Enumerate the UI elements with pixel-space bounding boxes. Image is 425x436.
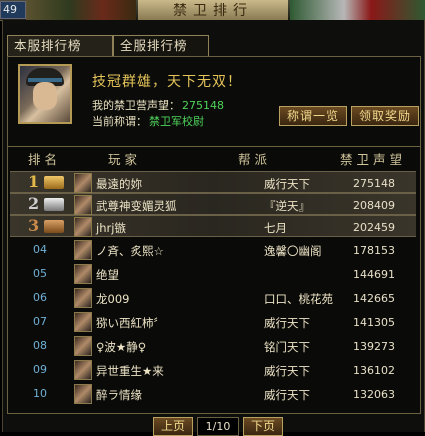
prestige-score: 208409 <box>353 199 395 212</box>
table-row[interactable]: 2 武尊神变媚灵狐 『逆天』 208409 <box>10 193 416 215</box>
header-player: 玩家 <box>108 152 142 167</box>
player-portrait-icon <box>74 217 92 237</box>
player-name[interactable]: ノ斉、炙熙☆ <box>96 243 164 259</box>
claim-reward-button[interactable]: 领取奖励 <box>351 106 419 126</box>
ranking-table: 排名 玩家 帮派 禁卫声望 1 最遠的妳 威行天下 275148 2 武尊神变媚… <box>7 146 421 414</box>
bronze-crown-icon <box>44 220 64 233</box>
player-name[interactable]: 醉ラ情缘 <box>96 387 142 403</box>
table-row[interactable]: 06 龙009 口口、桃花苑 142665 <box>10 287 416 309</box>
silver-crown-icon <box>44 198 64 211</box>
prestige-score: 144691 <box>353 268 395 281</box>
guild-name: 口口、桃花苑 <box>264 292 333 306</box>
header-rank: 排名 <box>28 152 62 167</box>
player-portrait-icon <box>74 264 92 284</box>
prev-page-button[interactable]: 上页 <box>153 417 193 436</box>
prestige-score: 142665 <box>353 292 395 305</box>
title-label: 当前称谓： <box>92 115 147 128</box>
guild-name: 七月 <box>264 221 287 235</box>
table-header: 排名 玩家 帮派 禁卫声望 <box>8 147 420 169</box>
player-portrait-icon <box>74 240 92 260</box>
ranking-panel: 本服排行榜 全服排行榜 技冠群雄，天下无双！ 我的禁卫营声望： 275148 当前… <box>2 20 425 436</box>
player-name[interactable]: jhrj镞 <box>96 220 126 236</box>
player-portrait-icon <box>74 336 92 356</box>
table-row[interactable]: 08 ♀波★静♀ 铭门天下 139273 <box>10 335 416 357</box>
rank-number: 08 <box>33 339 47 352</box>
table-row[interactable]: 04 ノ斉、炙熙☆ 逸馨〇幽阁 178153 <box>10 239 416 261</box>
gold-crown-icon <box>44 176 64 189</box>
top-decoration-left <box>26 0 136 20</box>
guild-name: 威行天下 <box>264 177 310 191</box>
titles-list-button[interactable]: 称谓一览 <box>279 106 347 126</box>
table-row[interactable]: 1 最遠的妳 威行天下 275148 <box>10 171 416 193</box>
table-row[interactable]: 07 猕い西紅柿〞 威行天下 141305 <box>10 311 416 333</box>
tab-all-server-ranking[interactable]: 全服排行榜 <box>113 35 209 56</box>
rank-number: 06 <box>33 291 47 304</box>
guild-name: 威行天下 <box>264 316 310 330</box>
player-name[interactable]: 猕い西紅柿〞 <box>96 315 165 331</box>
player-name[interactable]: 异世重生★来 <box>96 363 164 379</box>
prestige-score: 139273 <box>353 340 395 353</box>
profile-box: 技冠群雄，天下无双！ 我的禁卫营声望： 275148 当前称谓： 禁卫军校尉 称谓一… <box>7 56 421 153</box>
title-value: 禁卫军校尉 <box>149 115 204 128</box>
player-portrait-icon <box>74 173 92 193</box>
top-decoration-right <box>290 0 425 20</box>
player-portrait-icon <box>74 195 92 215</box>
player-portrait-icon <box>74 288 92 308</box>
window-title: 禁卫排行 <box>138 0 288 20</box>
guild-name: 威行天下 <box>264 364 310 378</box>
guild-name: 铭门天下 <box>264 340 310 354</box>
rank-number: 10 <box>33 387 47 400</box>
slogan-text: 技冠群雄，天下无双！ <box>92 74 242 90</box>
rank-number: 07 <box>33 315 47 328</box>
prestige-line: 我的禁卫营声望： 275148 <box>92 97 224 113</box>
prestige-score: 275148 <box>353 177 395 190</box>
prestige-label: 我的禁卫营声望： <box>92 99 180 112</box>
player-name[interactable]: ♀波★静♀ <box>96 339 146 355</box>
header-guild: 帮派 <box>238 152 272 167</box>
rank-number: 09 <box>33 363 47 376</box>
prestige-score: 178153 <box>353 244 395 257</box>
page-indicator: 1/10 <box>197 417 239 436</box>
level-badge: 49 <box>0 1 26 19</box>
player-name[interactable]: 龙009 <box>96 291 129 307</box>
top-bar: 49 禁卫排行 <box>0 0 425 21</box>
rank-number: 04 <box>33 243 47 256</box>
tab-server-ranking[interactable]: 本服排行榜 <box>7 35 113 56</box>
player-portrait-icon <box>74 384 92 404</box>
prestige-score: 136102 <box>353 364 395 377</box>
prestige-score: 141305 <box>353 316 395 329</box>
rank-number: 05 <box>33 267 47 280</box>
table-row[interactable]: 3 jhrj镞 七月 202459 <box>10 215 416 237</box>
guild-name: 『逆天』 <box>264 199 310 213</box>
prestige-score: 132063 <box>353 388 395 401</box>
table-row[interactable]: 09 异世重生★来 威行天下 136102 <box>10 359 416 381</box>
table-row[interactable]: 10 醉ラ情缘 威行天下 132063 <box>10 383 416 405</box>
guild-name: 威行天下 <box>264 388 310 402</box>
title-line: 当前称谓： 禁卫军校尉 <box>92 113 204 129</box>
player-avatar <box>18 64 72 124</box>
player-name[interactable]: 绝望 <box>96 267 119 283</box>
player-portrait-icon <box>74 360 92 380</box>
next-page-button[interactable]: 下页 <box>243 417 283 436</box>
header-prestige: 禁卫声望 <box>340 152 407 167</box>
player-portrait-icon <box>74 312 92 332</box>
guild-name: 逸馨〇幽阁 <box>264 244 322 258</box>
player-name[interactable]: 最遠的妳 <box>96 176 142 192</box>
table-row[interactable]: 05 绝望 144691 <box>10 263 416 285</box>
prestige-value: 275148 <box>182 99 224 112</box>
prestige-score: 202459 <box>353 221 395 234</box>
player-name[interactable]: 武尊神变媚灵狐 <box>96 198 177 214</box>
